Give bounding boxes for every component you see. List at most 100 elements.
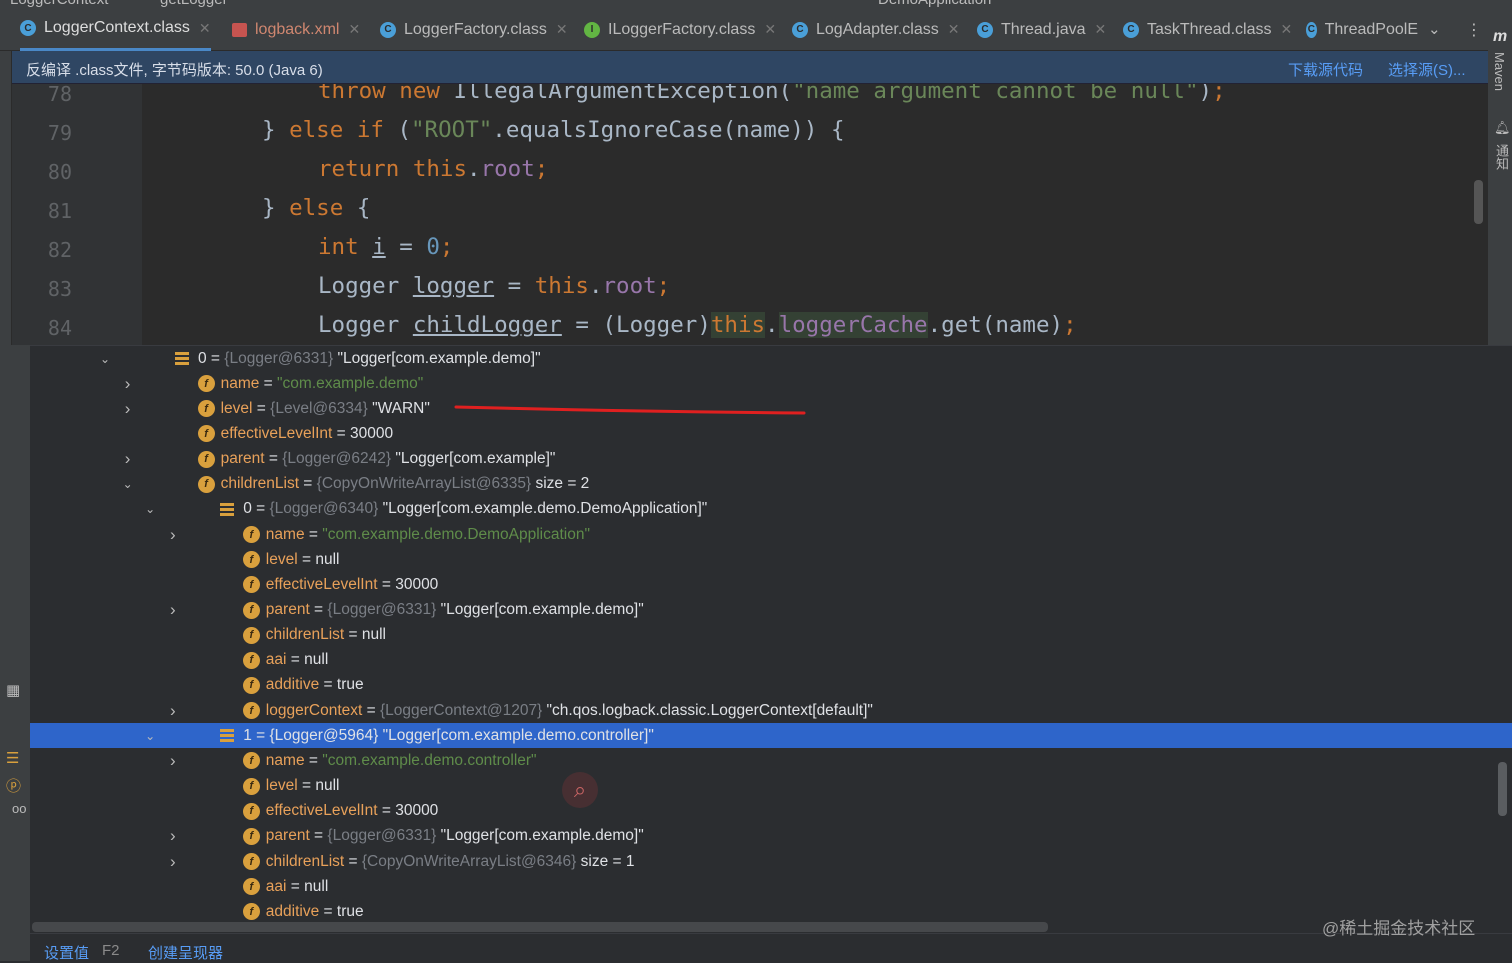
chevron-right-icon[interactable]: › (166, 852, 180, 872)
maven-icon[interactable]: m (1493, 28, 1507, 46)
editor-scrollbar[interactable] (1474, 180, 1483, 224)
variable-value: 30000 (350, 424, 394, 442)
bell-icon[interactable]: 🔔︎ (1494, 120, 1511, 136)
close-icon[interactable]: ✕ (199, 20, 211, 37)
chevron-right-icon[interactable]: › (166, 751, 180, 771)
variable-row[interactable]: › f name = "com.example.demo" (30, 371, 1512, 396)
download-sources-link[interactable]: 下载源代码 (1288, 59, 1363, 80)
breadcrumb-item[interactable]: LoggerContext (10, 0, 108, 8)
tab-loggerfactory[interactable]: C LoggerFactory.class ✕ (380, 8, 568, 51)
chevron-down-icon[interactable]: ⌄ (143, 729, 157, 743)
variable-text: parent = {Logger@6242} "Logger[com.examp… (220, 450, 556, 468)
choose-sources-link[interactable]: 选择源(S)... (1388, 59, 1466, 80)
set-value-action[interactable]: 设置值 (44, 942, 89, 963)
notifications-tool-label[interactable]: 通知 (1492, 144, 1511, 170)
string-value: "com.example.demo" (277, 374, 424, 392)
tab-logadapter[interactable]: C LogAdapter.class ✕ (792, 8, 959, 51)
array-element-icon (220, 729, 235, 743)
variable-text: level = null (265, 550, 340, 568)
tab-taskthread[interactable]: C TaskThread.class ✕ (1123, 8, 1292, 51)
class-icon: C (1123, 21, 1139, 38)
close-icon[interactable]: ✕ (556, 21, 568, 38)
code-editor[interactable]: throw new IllegalArgumentException("name… (142, 84, 1488, 346)
variable-row[interactable]: ⌄ f childrenList = {CopyOnWriteArrayList@6… (30, 472, 1512, 497)
glasses-icon[interactable]: oo (12, 801, 26, 816)
variable-row[interactable]: › f childrenList = {CopyOnWriteArrayList@6… (30, 849, 1512, 874)
variable-row[interactable]: › f parent = {Logger@6331} "Logger[com.exa… (30, 824, 1512, 849)
variable-text: parent = {Logger@6331} "Logger[com.examp… (265, 827, 644, 845)
create-renderer-action[interactable]: 创建呈现器 (148, 942, 223, 963)
tab-label: LoggerFactory.class (404, 20, 547, 38)
variable-row[interactable]: f childrenList = null (30, 623, 1512, 648)
class-icon: C (1306, 21, 1317, 38)
banner-message: 反编译 .class文件, 字节码版本: 50.0 (Java 6) (26, 62, 323, 79)
maven-tool-label[interactable]: Maven (1492, 52, 1507, 91)
variable-row[interactable]: f aai = null (30, 874, 1512, 899)
search-overlay-icon: ⌕ (562, 772, 598, 808)
list-view-icon[interactable]: ☰ (6, 749, 19, 767)
property-icon[interactable]: ⓟ (6, 775, 21, 796)
chevron-right-icon[interactable]: › (166, 600, 180, 620)
variable-value: null (304, 877, 329, 895)
chevron-down-icon[interactable]: ⌄ (98, 352, 112, 366)
close-icon[interactable]: ✕ (1095, 21, 1107, 38)
chevron-right-icon[interactable]: › (121, 374, 135, 394)
variable-row[interactable]: f effectiveLevelInt = 30000 (30, 572, 1512, 597)
variable-row[interactable]: › f parent = {Logger@6331} "Logger[com.exa… (30, 598, 1512, 623)
chevron-down-icon[interactable]: ⌄ (121, 477, 135, 491)
variable-row[interactable]: f level = null (30, 547, 1512, 572)
variable-row[interactable]: f additive = true (30, 899, 1512, 924)
variable-name: effectiveLevelInt (220, 424, 333, 442)
tab-thread-java[interactable]: C Thread.java ✕ (977, 8, 1106, 51)
chevron-down-icon[interactable]: ⌄ (1428, 20, 1441, 38)
tab-loggercontext[interactable]: C LoggerContext.class ✕ (20, 8, 211, 51)
variable-row[interactable]: › f name = "com.example.demo.controller" (30, 748, 1512, 773)
tab-logback-xml[interactable]: logback.xml ✕ (232, 8, 360, 51)
debug-bottom-bar: 设置值 F2 创建呈现器 (30, 933, 1512, 963)
chevron-right-icon[interactable]: › (121, 399, 135, 419)
variable-text: level = {Level@6334} "WARN" (220, 399, 430, 417)
variable-row[interactable]: f aai = null (30, 648, 1512, 673)
class-icon: C (977, 21, 993, 38)
code-line: } else { (262, 195, 371, 221)
variable-row[interactable]: › f name = "com.example.demo.DemoApplicati… (30, 522, 1512, 547)
close-icon[interactable]: ✕ (764, 21, 776, 38)
chevron-right-icon[interactable]: › (166, 701, 180, 721)
object-ref: {CopyOnWriteArrayList@6335} (316, 475, 532, 493)
variable-row[interactable]: f effectiveLevelInt = 30000 (30, 799, 1512, 824)
chevron-right-icon[interactable]: › (121, 449, 135, 469)
variable-row[interactable]: ⌄ 0 = {Logger@6340} "Logger[com.example.d… (30, 497, 1512, 522)
tab-iloggerfactory[interactable]: I ILoggerFactory.class ✕ (584, 8, 776, 51)
run-config-selector[interactable]: DemoApplication (878, 0, 991, 8)
top-toolbar: LoggerContext getLogger DemoApplication (0, 0, 1512, 8)
variable-name: childrenList (265, 626, 345, 644)
chevron-right-icon[interactable]: › (166, 826, 180, 846)
variable-row[interactable]: f effectiveLevelInt = 30000 (30, 421, 1512, 446)
close-icon[interactable]: ✕ (948, 21, 960, 38)
vertical-scrollbar[interactable] (1498, 762, 1507, 816)
variable-name: 0 (198, 349, 207, 367)
tab-threadpool[interactable]: C ThreadPoolE (1306, 8, 1418, 51)
variable-row[interactable]: f additive = true (30, 673, 1512, 698)
variable-row[interactable]: › f parent = {Logger@6242} "Logger[com.exa… (30, 447, 1512, 472)
variable-row[interactable]: f level = null (30, 774, 1512, 799)
variable-row[interactable]: ⌄ 1 = {Logger@5964} "Logger[com.example.d… (30, 723, 1512, 749)
variable-row[interactable]: ⌄ 0 = {Logger@6331} "Logger[com.example.d… (30, 346, 1512, 371)
tab-label: logback.xml (255, 20, 340, 38)
variable-row[interactable]: › f loggerContext = {LoggerContext@1207} "… (30, 698, 1512, 723)
more-options-icon[interactable]: ⋮ (1466, 20, 1482, 40)
field-icon: f (242, 676, 260, 694)
chevron-down-icon[interactable]: ⌄ (143, 502, 157, 516)
variable-text: effectiveLevelInt = 30000 (220, 424, 394, 442)
breadcrumb-item[interactable]: getLogger (160, 0, 228, 8)
table-view-icon[interactable]: ▦ (6, 681, 20, 699)
variable-text: effectiveLevelInt = 30000 (265, 802, 439, 820)
variable-value: "Logger[com.example]" (391, 450, 556, 468)
chevron-right-icon[interactable]: › (166, 525, 180, 545)
close-icon[interactable]: ✕ (348, 21, 360, 38)
close-icon[interactable]: ✕ (1281, 21, 1293, 38)
horizontal-scrollbar[interactable] (32, 922, 1048, 932)
object-ref: {Logger@6331} (327, 601, 437, 618)
editor-tab-bar: C LoggerContext.class ✕ logback.xml ✕ C … (0, 8, 1488, 51)
variable-text: additive = true (265, 676, 364, 694)
